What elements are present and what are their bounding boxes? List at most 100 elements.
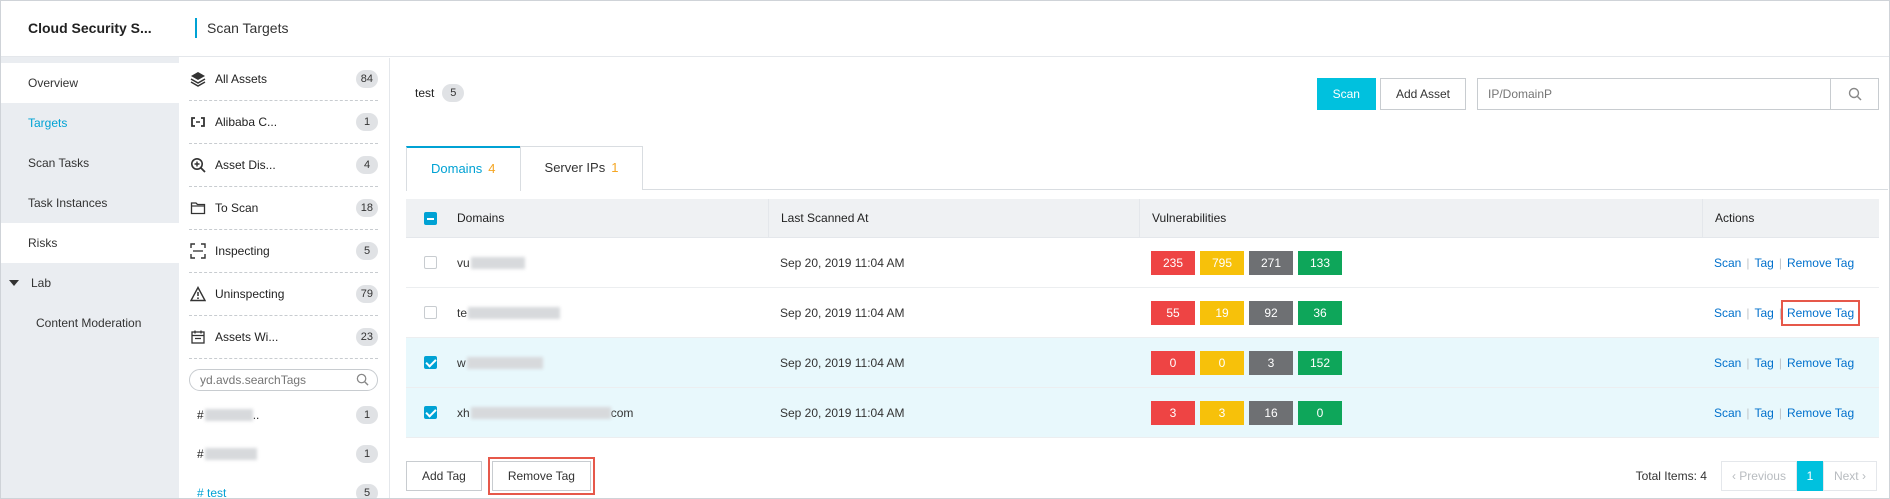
- tag-suffix: ..: [252, 407, 260, 422]
- tag-search-input[interactable]: [190, 370, 377, 390]
- domain-prefix: w: [457, 355, 466, 370]
- nav-item-scan-tasks[interactable]: Scan Tasks: [1, 143, 179, 183]
- high-badge[interactable]: 0: [1200, 350, 1244, 375]
- nav-item-task-instances[interactable]: Task Instances: [1, 183, 179, 223]
- asset-search-input[interactable]: [1478, 79, 1830, 109]
- group-item-all-assets[interactable]: All Assets 84: [189, 58, 378, 101]
- low-badge[interactable]: 133: [1298, 250, 1342, 275]
- medium-badge[interactable]: 16: [1249, 400, 1293, 425]
- domains-table: Domains Last Scanned At Vulnerabilities …: [406, 199, 1879, 438]
- tag-link[interactable]: Tag: [1754, 356, 1773, 370]
- vulnerability-cell: 0 0 3 152: [1139, 338, 1702, 387]
- separator: |: [1746, 405, 1750, 420]
- asset-tabs: Domains 4 Server IPs 1: [406, 146, 1888, 191]
- scan-button[interactable]: Scan: [1316, 78, 1376, 110]
- row-checkbox[interactable]: [424, 256, 437, 269]
- separator: |: [1778, 255, 1782, 270]
- search-button[interactable]: [1830, 79, 1878, 109]
- tag-item[interactable]: #.. 1: [189, 395, 378, 434]
- folder-icon: [189, 199, 207, 217]
- row-checkbox[interactable]: [424, 356, 437, 369]
- tag-item-test[interactable]: # test 5: [189, 473, 378, 498]
- tab-domains[interactable]: Domains 4: [406, 146, 521, 191]
- group-item-assets-with[interactable]: Assets Wi... 23: [189, 316, 378, 359]
- domain-suffix: com: [610, 405, 634, 420]
- last-scanned-cell: Sep 20, 2019 11:04 AM: [780, 405, 905, 420]
- asset-groups-panel: All Assets 84 Alibaba C... 1 Asset Dis..…: [179, 58, 390, 498]
- selected-group-name: test: [415, 86, 435, 100]
- domain-cell: te: [450, 306, 768, 320]
- separator: |: [1746, 305, 1750, 320]
- group-item-inspecting[interactable]: Inspecting 5: [189, 230, 378, 273]
- nav-item-lab[interactable]: Lab: [1, 263, 179, 303]
- nav-item-risks[interactable]: Risks: [1, 223, 179, 263]
- row-check-cell: [406, 256, 450, 269]
- remove-tag-link[interactable]: Remove Tag: [1780, 299, 1861, 326]
- low-badge[interactable]: 0: [1298, 400, 1342, 425]
- medium-badge[interactable]: 271: [1249, 250, 1293, 275]
- select-all-checkbox[interactable]: [424, 211, 437, 225]
- group-item-alibaba-cloud[interactable]: Alibaba C... 1: [189, 101, 378, 144]
- app-window: Cloud Security S... Overview Targets Sca…: [0, 0, 1890, 499]
- tag-item[interactable]: # 1: [189, 434, 378, 473]
- medium-badge[interactable]: 92: [1249, 300, 1293, 325]
- nav-item-targets[interactable]: Targets: [1, 103, 179, 143]
- scan-link[interactable]: Scan: [1714, 356, 1741, 370]
- tag-prefix: #: [197, 446, 204, 461]
- critical-badge[interactable]: 3: [1151, 400, 1195, 425]
- critical-badge[interactable]: 55: [1151, 300, 1195, 325]
- chevron-right-icon: ›: [1858, 469, 1866, 483]
- medium-badge[interactable]: 3: [1249, 350, 1293, 375]
- next-page-button[interactable]: Next ›: [1822, 461, 1877, 491]
- add-asset-button[interactable]: Add Asset: [1379, 78, 1466, 110]
- group-item-to-scan[interactable]: To Scan 18: [189, 187, 378, 230]
- row-check-cell: [406, 356, 450, 369]
- add-tag-button[interactable]: Add Tag: [406, 461, 482, 491]
- count-badge: 4: [356, 156, 378, 174]
- group-item-asset-discovery[interactable]: Asset Dis... 4: [189, 144, 378, 187]
- vulnerability-cell: 235 795 271 133: [1139, 238, 1702, 287]
- high-badge[interactable]: 19: [1200, 300, 1244, 325]
- scan-link[interactable]: Scan: [1714, 306, 1741, 320]
- scan-link[interactable]: Scan: [1714, 256, 1741, 270]
- remove-tag-link[interactable]: Remove Tag: [1787, 256, 1854, 270]
- tag-link[interactable]: Tag: [1754, 306, 1773, 320]
- nav-item-overview[interactable]: Overview: [1, 63, 179, 103]
- row-checkbox[interactable]: [424, 406, 437, 419]
- high-badge[interactable]: 795: [1200, 250, 1244, 275]
- remove-tag-link[interactable]: Remove Tag: [1787, 356, 1854, 370]
- table-footer: Add Tag Remove Tag Total Items: 4 ‹ Prev…: [406, 457, 1877, 495]
- scan-link[interactable]: Scan: [1714, 406, 1741, 420]
- remove-tag-button[interactable]: Remove Tag: [487, 457, 595, 495]
- page-number[interactable]: 1: [1796, 461, 1823, 491]
- next-label: Next: [1833, 469, 1859, 483]
- high-badge[interactable]: 3: [1200, 400, 1244, 425]
- group-label: Alibaba C...: [215, 115, 278, 129]
- low-badge[interactable]: 152: [1298, 350, 1342, 375]
- redacted-text: [468, 307, 561, 320]
- pagination: Total Items: 4 ‹ Previous 1 Next ›: [1636, 461, 1877, 491]
- scan-frame-icon: [189, 242, 207, 260]
- search-icon[interactable]: [356, 373, 369, 389]
- tag-link[interactable]: Tag: [1754, 256, 1773, 270]
- tag-label: #: [189, 447, 356, 461]
- tab-count: 4: [488, 161, 496, 176]
- critical-badge[interactable]: 235: [1151, 250, 1195, 275]
- count-badge: 79: [355, 285, 378, 303]
- tag-link[interactable]: Tag: [1754, 406, 1773, 420]
- critical-badge[interactable]: 0: [1151, 350, 1195, 375]
- low-badge[interactable]: 36: [1298, 300, 1342, 325]
- table-row: te Sep 20, 2019 11:04 AM 55 19 92 36 Sca…: [406, 288, 1879, 338]
- caret-down-icon: [9, 279, 19, 286]
- previous-page-button[interactable]: ‹ Previous: [1720, 461, 1797, 491]
- domain-prefix: vu: [457, 255, 470, 270]
- group-item-uninspecting[interactable]: Uninspecting 79: [189, 273, 378, 316]
- nav-item-content-moderation[interactable]: Content Moderation: [1, 303, 179, 343]
- total-items: Total Items: 4: [1635, 469, 1707, 483]
- remove-tag-link[interactable]: Remove Tag: [1787, 406, 1854, 420]
- nav-item-lab-label: Lab: [31, 276, 52, 290]
- tab-server-ips[interactable]: Server IPs 1: [519, 146, 644, 190]
- row-checkbox[interactable]: [424, 306, 437, 319]
- vulnerability-cell: 55 19 92 36: [1139, 288, 1702, 337]
- domain-prefix: te: [457, 305, 468, 320]
